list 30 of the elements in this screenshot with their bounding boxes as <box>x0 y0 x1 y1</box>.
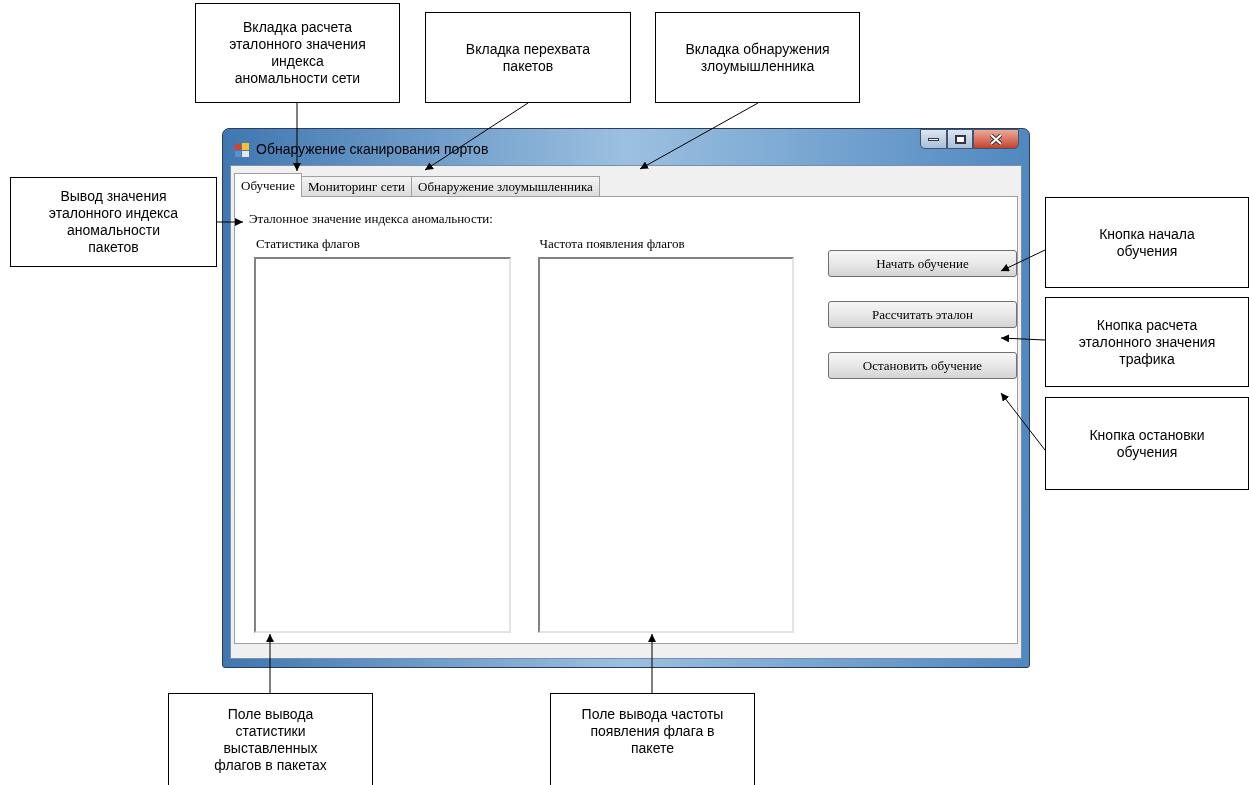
callout-box: Кнопка начала обучения <box>1045 197 1249 288</box>
close-button[interactable] <box>973 129 1019 149</box>
close-icon <box>990 133 1002 145</box>
minimize-button[interactable] <box>920 129 947 149</box>
action-button[interactable]: Начать обучение <box>828 250 1017 277</box>
callout-box: Поле вывода статистики выставленных флагов в пакетах <box>168 693 373 785</box>
callout-arrow <box>216 218 244 226</box>
app-icon <box>234 141 250 158</box>
callout-box: Вкладка обнаружения злоумышленника <box>655 12 860 103</box>
callout-arrow <box>1000 392 1046 451</box>
maximize-icon <box>954 134 966 144</box>
callout-arrow <box>648 633 656 694</box>
callout-arrow <box>1000 249 1046 272</box>
callout-arrow <box>266 633 274 694</box>
minimize-icon <box>928 137 939 141</box>
callout-box: Кнопка остановки обучения <box>1045 397 1249 490</box>
callout-box: Вывод значения эталонного индекса аномальности пакетов <box>10 177 217 267</box>
list-label: Статистика флагов <box>256 236 360 252</box>
callout-box: Кнопка расчета эталонного значения трафика <box>1045 297 1249 387</box>
list-label: Частота появления флагов <box>539 236 685 252</box>
tab[interactable]: Обнаружение злоумышленника <box>411 176 600 197</box>
action-button[interactable]: Рассчитать эталон <box>828 301 1017 328</box>
tab[interactable]: Обучение <box>234 173 302 197</box>
callout-arrow <box>1000 334 1046 343</box>
reference-value-label: Эталонное значение индекса аномальности: <box>249 211 493 227</box>
callout-box: Вкладка перехвата пакетов <box>425 12 631 103</box>
callout-box: Вкладка расчета эталонного значения индекса аномальности сети <box>195 3 400 103</box>
maximize-button[interactable] <box>947 129 973 149</box>
callout-box: Поле вывода частоты появления флага в пакете <box>550 693 755 785</box>
action-button[interactable]: Остановить обучение <box>828 352 1017 379</box>
